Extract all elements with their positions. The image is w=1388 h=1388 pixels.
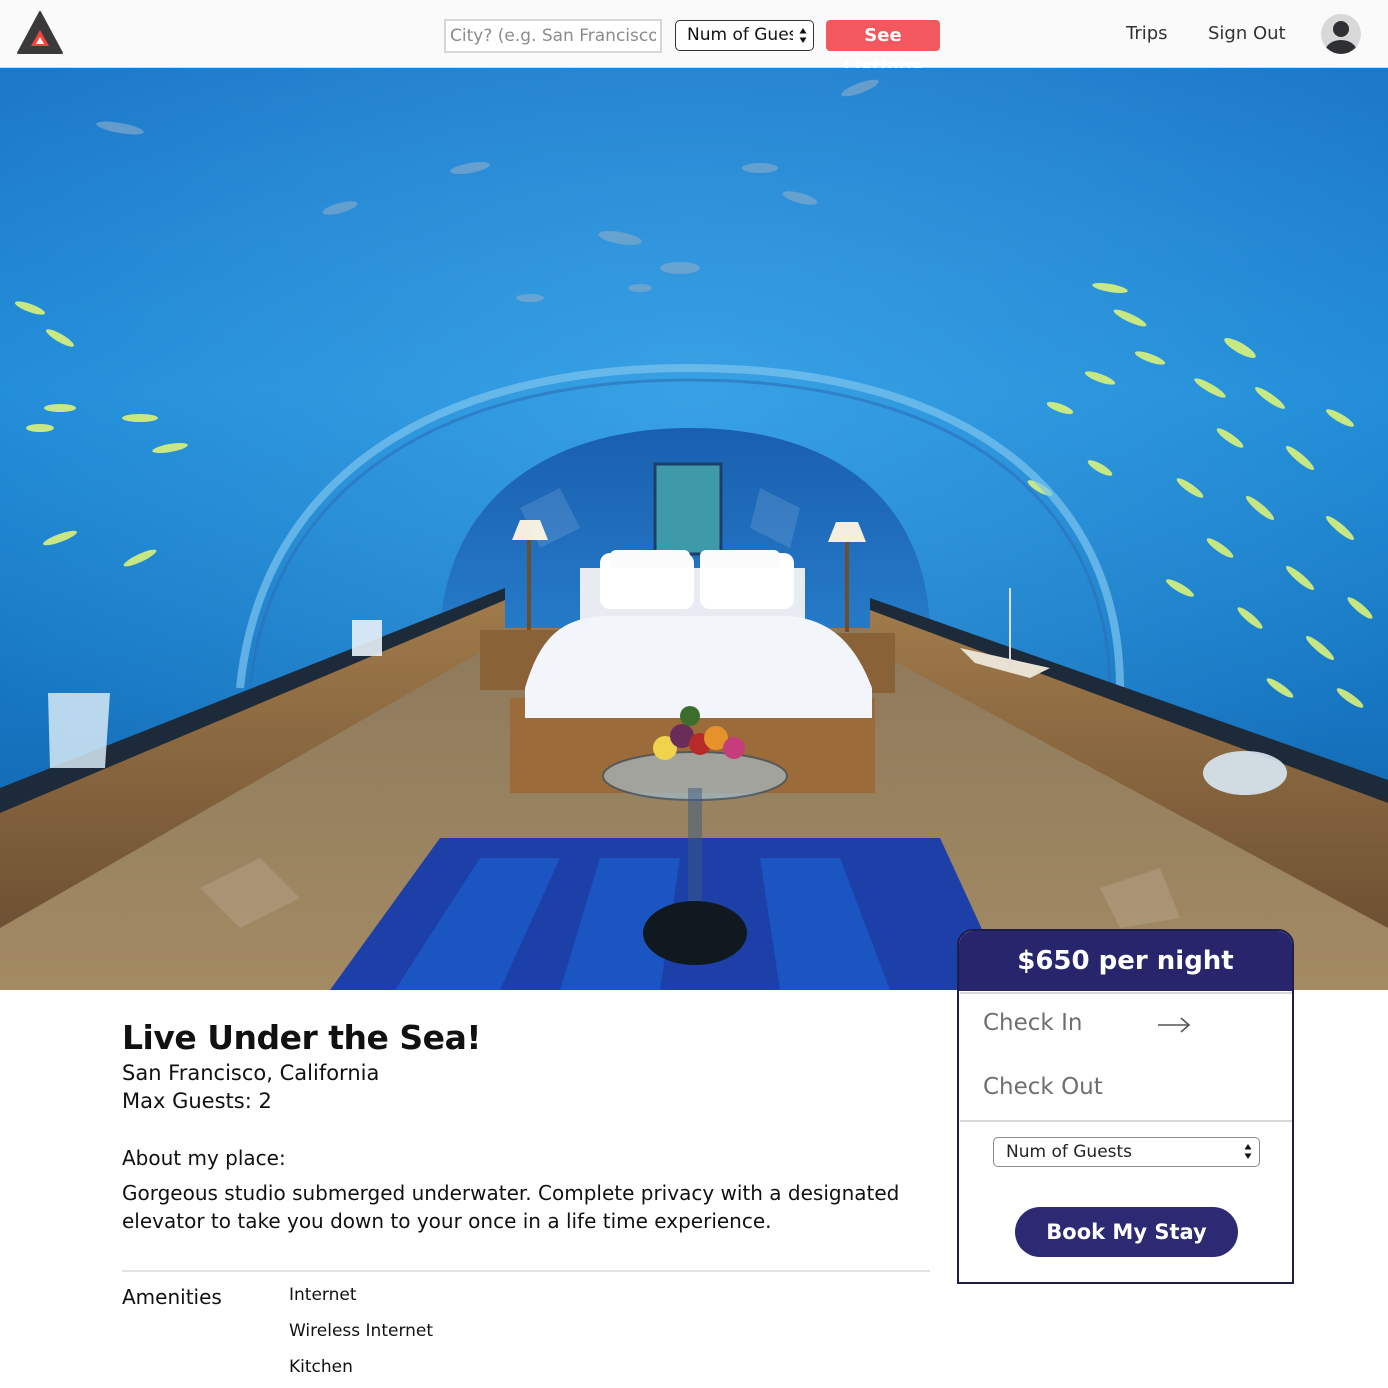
listing-location: San Francisco, California — [122, 1061, 380, 1085]
nav-trips-link[interactable]: Trips — [1126, 22, 1168, 46]
top-navbar: Num of Guests See Listings Trips Sign Ou… — [0, 0, 1388, 77]
date-range-picker: Check In Check Out — [960, 992, 1292, 1122]
amenities-label: Amenities — [122, 1285, 222, 1309]
booking-card: $650 per night Check In Check Out Num of… — [957, 929, 1294, 1284]
booking-guests-select[interactable]: Num of Guests — [993, 1137, 1260, 1167]
about-description: Gorgeous studio submerged underwater. Co… — [122, 1181, 900, 1233]
booking-guests-select-label: Num of Guests — [1006, 1142, 1133, 1162]
amenity-item: Wireless Internet — [289, 1321, 434, 1341]
book-my-stay-button[interactable]: Book My Stay — [1015, 1207, 1238, 1257]
select-updown-icon — [799, 28, 807, 43]
about-label: About my place: — [122, 1146, 286, 1170]
check-in-field[interactable]: Check In — [983, 1010, 1082, 1036]
listing-title: Live Under the Sea! — [122, 1018, 481, 1057]
see-listings-button[interactable]: See Listings — [826, 20, 940, 77]
arrow-right-icon — [1158, 1017, 1191, 1033]
amenity-item: Internet — [289, 1285, 357, 1305]
check-out-field[interactable]: Check Out — [983, 1074, 1103, 1100]
listing-max-guests: Max Guests: 2 — [122, 1089, 272, 1113]
listing-hero-image — [0, 68, 1388, 990]
user-avatar-icon[interactable] — [1321, 14, 1361, 54]
nav-sign-out-link[interactable]: Sign Out — [1208, 22, 1286, 46]
underwater-bedroom-photo — [0, 68, 1388, 990]
section-divider — [122, 1270, 930, 1272]
city-search-input[interactable] — [444, 19, 662, 53]
price-per-night: $650 per night — [959, 931, 1292, 991]
amenity-item: Kitchen — [289, 1357, 353, 1377]
nav-guests-select[interactable]: Num of Guests — [675, 20, 814, 51]
select-updown-icon — [1244, 1144, 1252, 1159]
app-logo-icon[interactable] — [16, 10, 64, 56]
nav-guests-select-label: Num of Guests — [687, 25, 793, 45]
